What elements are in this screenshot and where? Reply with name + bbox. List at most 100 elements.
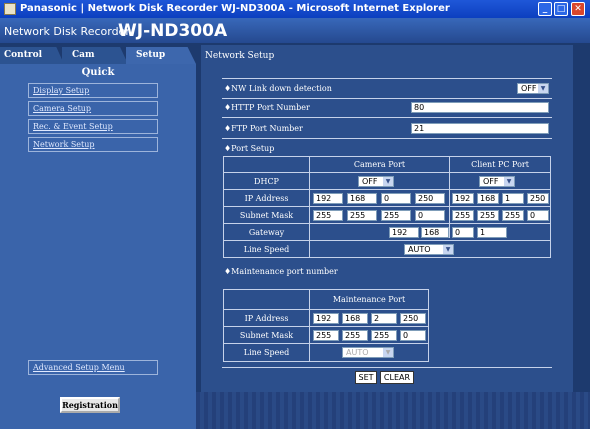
client-subnet-octet[interactable]: 255: [502, 210, 524, 221]
nw-link-label: ♦NW Link down detection: [224, 84, 332, 93]
client-subnet-octet[interactable]: 0: [527, 210, 549, 221]
sidebar-section-title: Quick: [81, 67, 115, 78]
clear-button[interactable]: CLEAR: [380, 371, 414, 384]
gateway-octet[interactable]: 168: [421, 227, 449, 238]
http-port-label: ♦HTTP Port Number: [224, 103, 310, 112]
maint-ip-octet[interactable]: 168: [342, 313, 368, 324]
table-divider: [224, 240, 550, 241]
browser-icon: [4, 3, 16, 15]
chevron-down-icon: ▼: [504, 177, 514, 186]
client-subnet-octet[interactable]: 255: [477, 210, 499, 221]
camera-dhcp-value: OFF: [362, 177, 378, 186]
divider: [222, 98, 552, 99]
row-label-line-speed: Line Speed: [243, 348, 290, 357]
camera-dhcp-select[interactable]: OFF ▼: [358, 176, 394, 187]
table-divider: [224, 223, 550, 224]
camera-ip-octet[interactable]: 168: [347, 193, 377, 204]
minimize-button[interactable]: _: [538, 2, 552, 16]
ftp-port-input[interactable]: 21: [411, 123, 549, 134]
camera-subnet-octet[interactable]: 255: [347, 210, 377, 221]
col-header-camera-port: Camera Port: [353, 160, 406, 169]
table-divider: [224, 343, 428, 344]
maint-subnet-octet[interactable]: 255: [313, 330, 339, 341]
row-label-ip: IP Address: [244, 194, 289, 203]
sidebar: Quick Display Setup Camera Setup Rec. & …: [0, 64, 196, 429]
chevron-down-icon: ▼: [383, 177, 393, 186]
maintenance-table: Maintenance Port IP Address Subnet Mask …: [223, 289, 429, 362]
window-titlebar: Panasonic | Network Disk Recorder WJ-ND3…: [0, 0, 590, 18]
row-label-dhcp: DHCP: [254, 177, 279, 186]
divider: [222, 78, 552, 79]
camera-subnet-octet[interactable]: 255: [381, 210, 411, 221]
header-model: WJ-ND300A: [118, 21, 228, 41]
row-label-line-speed: Line Speed: [243, 245, 290, 254]
line-speed-value: AUTO: [408, 245, 431, 254]
close-button[interactable]: ✕: [571, 2, 585, 16]
set-button[interactable]: SET: [355, 371, 377, 384]
http-port-input[interactable]: 80: [411, 102, 549, 113]
tab-control[interactable]: Control: [0, 47, 64, 64]
camera-ip-octet[interactable]: 0: [381, 193, 411, 204]
chevron-down-icon: ▼: [538, 84, 548, 93]
line-speed-select[interactable]: AUTO ▼: [404, 244, 454, 255]
tab-setup[interactable]: Setup: [126, 47, 196, 64]
col-header-client-port: Client PC Port: [471, 160, 529, 169]
client-dhcp-value: OFF: [483, 177, 499, 186]
table-divider: [224, 172, 550, 173]
client-ip-octet[interactable]: 1: [502, 193, 524, 204]
camera-ip-octet[interactable]: 192: [313, 193, 343, 204]
client-dhcp-select[interactable]: OFF ▼: [479, 176, 515, 187]
row-label-gateway: Gateway: [248, 228, 285, 237]
table-divider: [224, 206, 550, 207]
maint-line-speed-value: AUTO: [346, 348, 369, 357]
nw-link-value: OFF: [521, 84, 537, 93]
port-setup-table: Camera Port Client PC Port DHCP IP Addre…: [223, 156, 551, 258]
port-setup-label: ♦Port Setup: [224, 144, 275, 153]
maint-ip-octet[interactable]: 2: [371, 313, 397, 324]
sidebar-item-network-setup[interactable]: Network Setup: [28, 137, 158, 152]
maint-line-speed-select[interactable]: AUTO ▼: [342, 347, 394, 358]
ftp-port-label: ♦FTP Port Number: [224, 124, 303, 133]
chevron-down-icon: ▼: [383, 348, 393, 357]
client-ip-octet[interactable]: 168: [477, 193, 499, 204]
maint-ip-octet[interactable]: 250: [400, 313, 426, 324]
nw-link-select[interactable]: OFF ▼: [517, 83, 549, 94]
client-subnet-octet[interactable]: 255: [452, 210, 474, 221]
camera-subnet-octet[interactable]: 255: [313, 210, 343, 221]
camera-subnet-octet[interactable]: 0: [415, 210, 445, 221]
gateway-octet[interactable]: 192: [389, 227, 419, 238]
app-header: Network Disk Recorder WJ-ND300A: [0, 18, 590, 43]
background-stripes: [196, 392, 590, 429]
registration-button[interactable]: Registration: [60, 397, 120, 413]
maint-subnet-octet[interactable]: 255: [371, 330, 397, 341]
gateway-octet[interactable]: 0: [452, 227, 474, 238]
right-gutter: [573, 43, 590, 392]
maint-subnet-octet[interactable]: 0: [400, 330, 426, 341]
table-divider: [224, 309, 428, 310]
maintenance-label: ♦Maintenance port number: [224, 267, 338, 276]
window-title: Panasonic | Network Disk Recorder WJ-ND3…: [20, 3, 450, 14]
maint-subnet-octet[interactable]: 255: [342, 330, 368, 341]
row-label-subnet: Subnet Mask: [239, 211, 294, 220]
col-header-maintenance-port: Maintenance Port: [332, 295, 406, 304]
header-subtitle: Network Disk Recorder: [4, 25, 130, 38]
sidebar-item-advanced-setup[interactable]: Advanced Setup Menu: [28, 360, 158, 375]
divider: [222, 367, 552, 368]
sidebar-item-display-setup[interactable]: Display Setup: [28, 83, 158, 98]
chevron-down-icon: ▼: [443, 245, 453, 254]
maint-ip-octet[interactable]: 192: [313, 313, 339, 324]
row-label-ip: IP Address: [244, 314, 289, 323]
camera-ip-octet[interactable]: 250: [415, 193, 445, 204]
maximize-button[interactable]: □: [554, 2, 568, 16]
table-divider: [224, 189, 550, 190]
gateway-octet[interactable]: 1: [477, 227, 507, 238]
sidebar-item-camera-setup[interactable]: Camera Setup: [28, 101, 158, 116]
divider: [222, 117, 552, 118]
page-title: Network Setup: [205, 51, 275, 61]
client-ip-octet[interactable]: 250: [527, 193, 549, 204]
table-divider: [449, 157, 450, 238]
network-setup-panel: Network Setup ♦NW Link down detection OF…: [201, 45, 573, 392]
sidebar-item-rec-event-setup[interactable]: Rec. & Event Setup: [28, 119, 158, 134]
client-ip-octet[interactable]: 192: [452, 193, 474, 204]
tab-cam-select[interactable]: Cam Select: [62, 47, 128, 64]
